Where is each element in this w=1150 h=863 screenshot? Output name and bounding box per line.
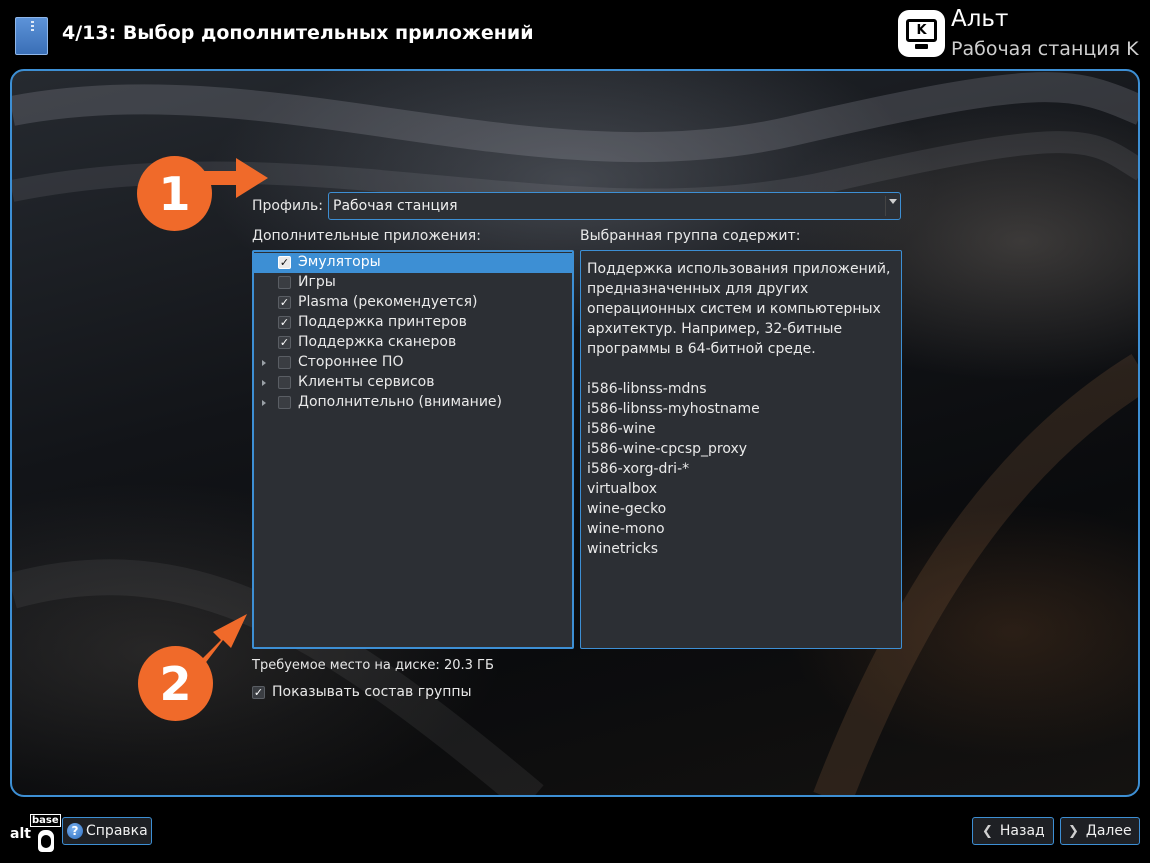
annotation-arrow-up-right-icon xyxy=(193,614,247,674)
package-item: wine-mono xyxy=(587,521,665,537)
group-contents-label: Выбранная группа содержит: xyxy=(580,228,801,244)
package-item: wine-gecko xyxy=(587,501,667,517)
help-button[interactable]: ? Справка xyxy=(62,817,152,845)
package-item: virtualbox xyxy=(587,481,658,497)
group-contents-box: Поддержка использования приложений, пред… xyxy=(580,250,902,649)
package-item: i586-xorg-dri-* xyxy=(587,461,690,477)
chevron-down-icon xyxy=(889,199,897,204)
app-checkbox[interactable] xyxy=(278,316,291,329)
annotation-arrow-right-icon xyxy=(190,158,268,198)
app-item-label: Игры xyxy=(298,274,336,290)
chevron-right-icon: ❯ xyxy=(1068,823,1079,839)
disk-space-label: Требуемое место на диске: 20.3 ГБ xyxy=(252,658,494,673)
apps-list-label: Дополнительные приложения: xyxy=(252,228,481,244)
brand-subtitle: Рабочая станция K xyxy=(951,38,1139,60)
brand-name: Альт xyxy=(951,6,1009,32)
app-item-games[interactable]: Игры xyxy=(254,273,572,293)
app-item-emulators[interactable]: Эмуляторы xyxy=(254,253,572,273)
app-item-label: Plasma (рекомендуется) xyxy=(298,294,478,310)
app-checkbox[interactable] xyxy=(278,256,291,269)
app-item-label: Клиенты сервисов xyxy=(298,374,435,390)
profile-value: Рабочая станция xyxy=(333,198,458,214)
app-item-plasma[interactable]: Plasma (рекомендуется) xyxy=(254,293,572,313)
chevron-left-icon: ❮ xyxy=(982,823,993,839)
next-button[interactable]: ❯ Далее xyxy=(1060,817,1140,845)
expand-arrow-icon[interactable] xyxy=(262,380,266,386)
app-item-scanners[interactable]: Поддержка сканеров xyxy=(254,333,572,353)
package-item: i586-libnss-mdns xyxy=(587,381,707,397)
logo-base-text: base xyxy=(30,814,61,827)
help-button-label: Справка xyxy=(86,823,148,839)
expand-arrow-icon[interactable] xyxy=(262,400,266,406)
package-item: i586-wine xyxy=(587,421,656,437)
logo-alt-text: alt xyxy=(10,826,31,842)
archive-icon xyxy=(15,17,48,55)
package-item: winetricks xyxy=(587,541,659,557)
back-button-label: Назад xyxy=(999,823,1045,839)
back-button[interactable]: ❮ Назад xyxy=(972,817,1054,845)
app-item-printers[interactable]: Поддержка принтеров xyxy=(254,313,572,333)
step-title: 4/13: Выбор дополнительных приложений xyxy=(62,22,534,44)
app-checkbox[interactable] xyxy=(278,296,291,309)
package-list: i586-libnss-mdns i586-libnss-myhostname … xyxy=(587,379,895,559)
app-item-label: Стороннее ПО xyxy=(298,354,404,370)
app-checkbox[interactable] xyxy=(278,376,291,389)
apps-list[interactable]: Эмуляторы Игры Plasma (рекомендуется) По… xyxy=(252,250,574,649)
expand-arrow-icon[interactable] xyxy=(262,360,266,366)
show-group-label: Показывать состав группы xyxy=(272,684,472,700)
show-group-checkbox[interactable] xyxy=(252,686,265,699)
profile-select[interactable]: Рабочая станция xyxy=(328,192,901,220)
package-item: i586-libnss-myhostname xyxy=(587,401,760,417)
app-checkbox[interactable] xyxy=(278,276,291,289)
monitor-logo-icon: K xyxy=(898,10,945,57)
app-item-label: Поддержка принтеров xyxy=(298,314,467,330)
help-icon: ? xyxy=(67,823,83,839)
group-description: Поддержка использования приложений, пред… xyxy=(587,261,891,357)
app-item-service-clients[interactable]: Клиенты сервисов xyxy=(254,373,572,393)
app-item-label: Дополнительно (внимание) xyxy=(298,394,502,410)
logo-letter: K xyxy=(906,19,937,42)
app-checkbox[interactable] xyxy=(278,336,291,349)
profile-label: Профиль: xyxy=(252,198,323,214)
app-checkbox[interactable] xyxy=(278,356,291,369)
header-bar: 4/13: Выбор дополнительных приложений K … xyxy=(0,0,1150,68)
penguin-icon xyxy=(38,830,54,852)
next-button-label: Далее xyxy=(1085,823,1132,839)
package-item: i586-wine-cpcsp_proxy xyxy=(587,441,748,457)
app-item-advanced[interactable]: Дополнительно (внимание) xyxy=(254,393,572,413)
app-item-label: Поддержка сканеров xyxy=(298,334,457,350)
app-checkbox[interactable] xyxy=(278,396,291,409)
app-item-third-party[interactable]: Стороннее ПО xyxy=(254,353,572,373)
basealt-logo: base alt xyxy=(8,812,61,857)
app-item-label: Эмуляторы xyxy=(298,254,381,270)
